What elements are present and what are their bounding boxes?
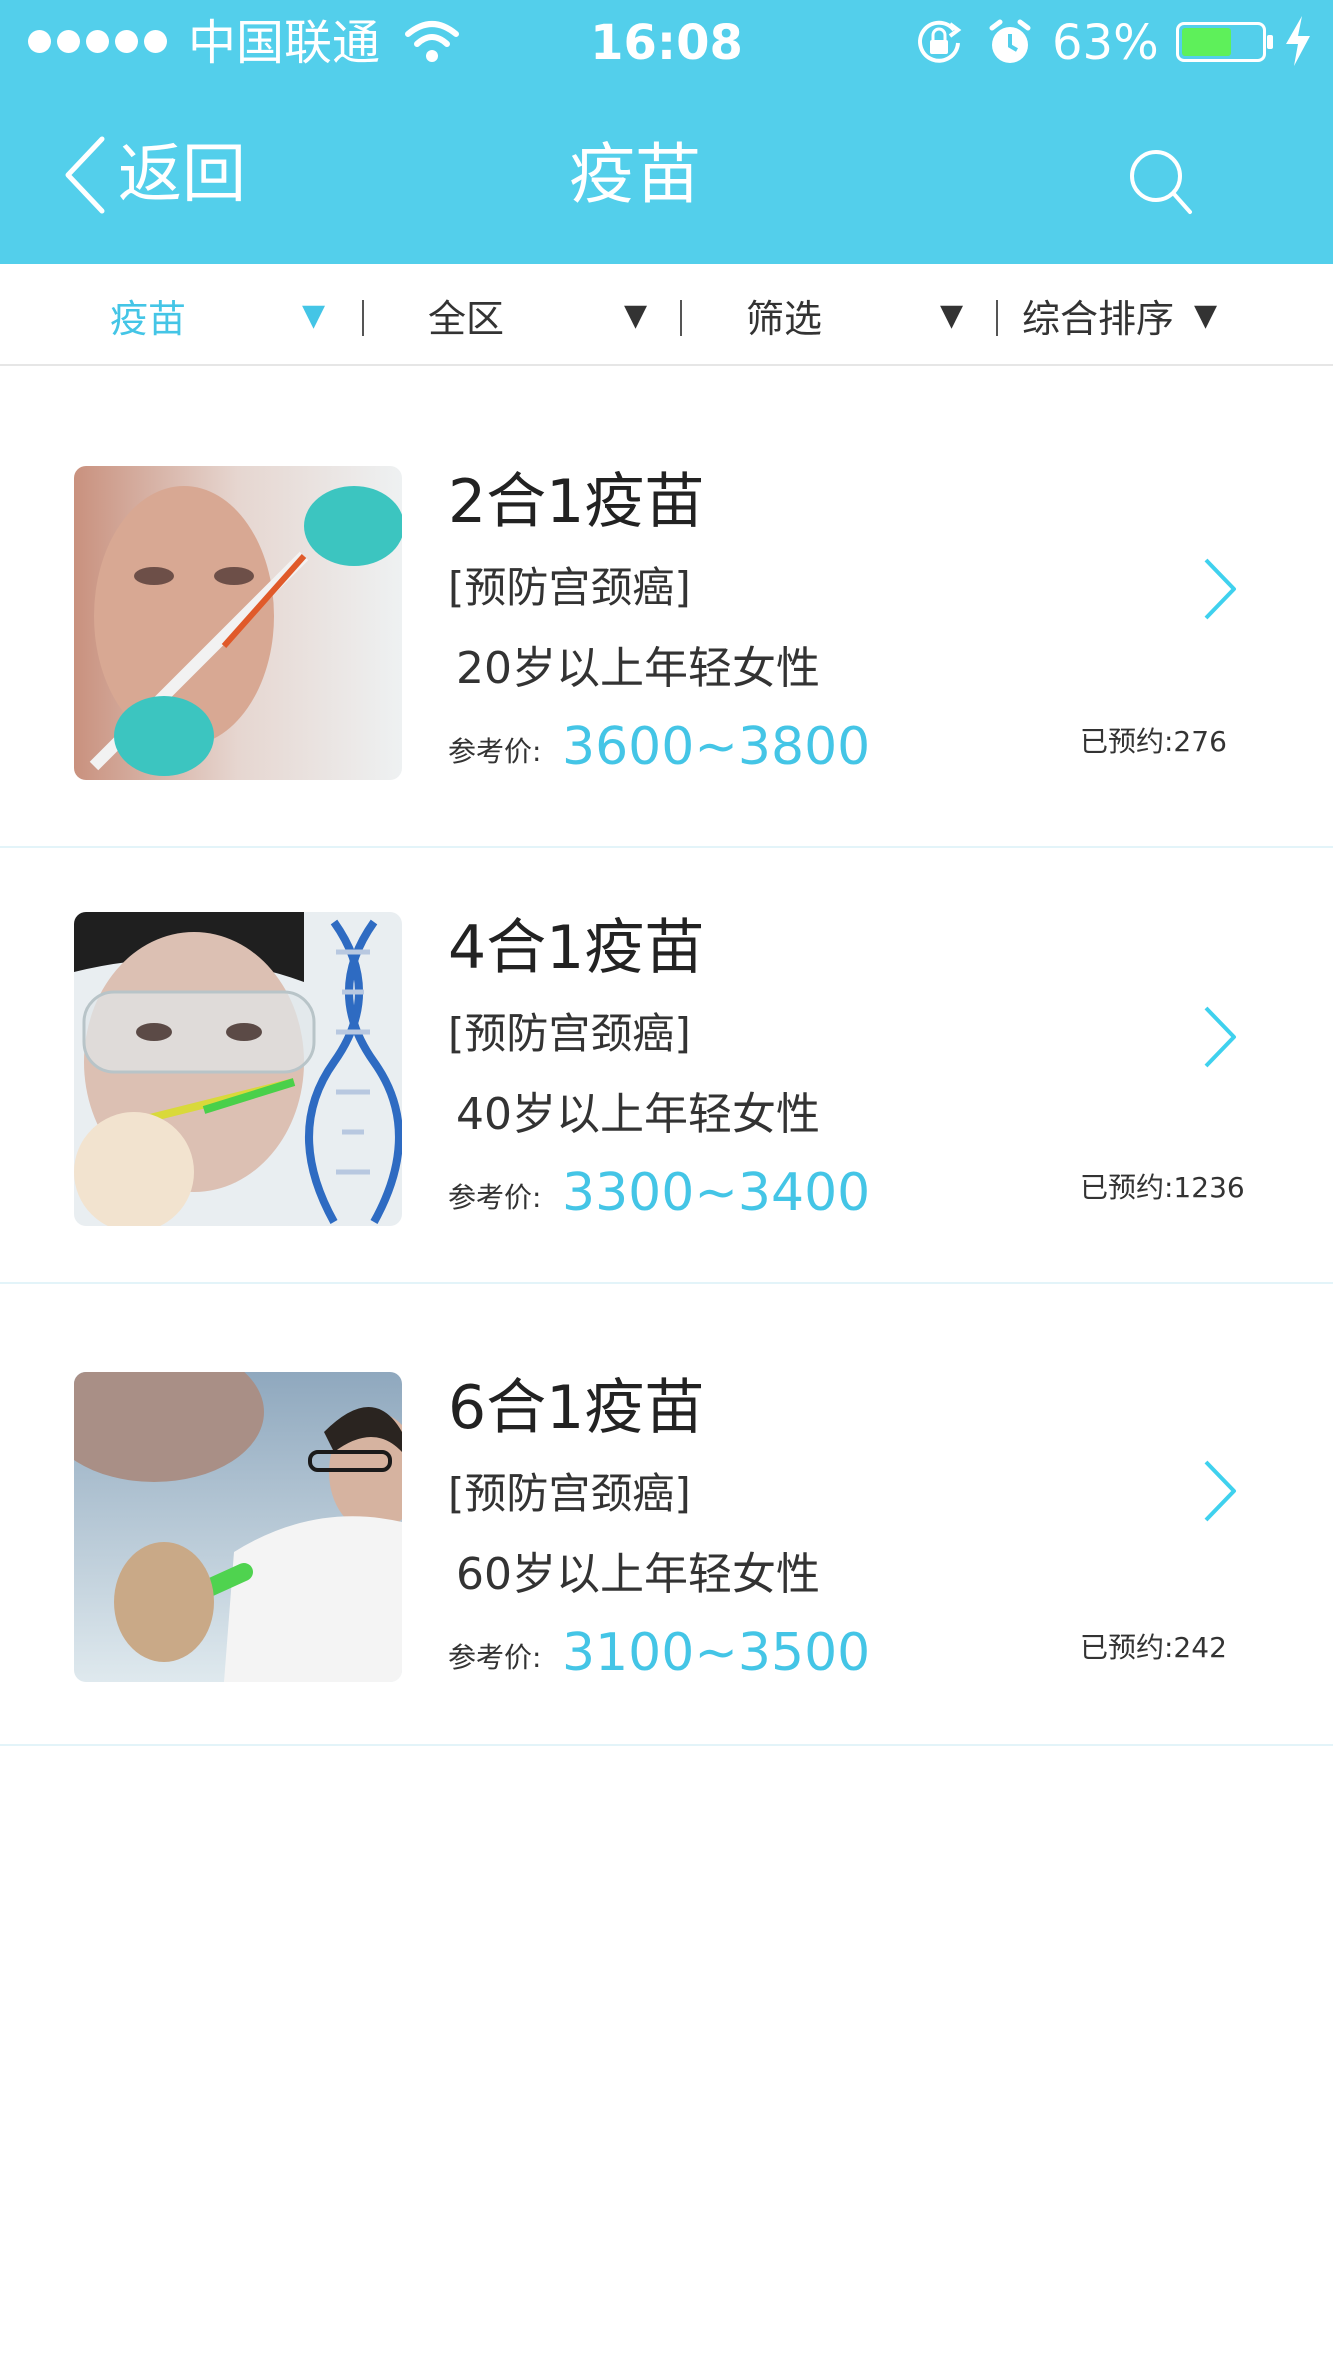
price-label: 参考价: — [448, 1181, 542, 1214]
vaccine-tag: [预防宫颈癌] — [448, 1009, 691, 1058]
filter-label: 全区 — [428, 296, 505, 341]
filter-category[interactable]: 疫苗 ▼ — [110, 264, 340, 366]
battery-icon — [1176, 22, 1273, 62]
chevron-right-icon — [1204, 558, 1236, 620]
chevron-right-icon — [1204, 1460, 1236, 1522]
price-label: 参考价: — [448, 735, 542, 768]
filter-divider — [680, 300, 682, 336]
booked-count: 已预约:1236 — [1080, 1171, 1245, 1204]
page-title: 疫苗 — [569, 136, 701, 213]
vaccine-audience: 60岁以上年轻女性 — [456, 1549, 820, 1600]
filter-divider — [362, 300, 364, 336]
chevron-right-icon — [1204, 1006, 1236, 1068]
vaccine-audience: 40岁以上年轻女性 — [456, 1089, 820, 1140]
vaccine-audience: 20岁以上年轻女性 — [456, 643, 820, 694]
booked-count: 已预约:276 — [1080, 725, 1227, 758]
filter-divider — [996, 300, 998, 336]
vaccine-thumbnail — [74, 1372, 402, 1682]
filter-bar: 疫苗 ▼ 全区 ▼ 筛选 ▼ 综合排序 ▼ — [0, 264, 1333, 366]
vaccine-list-item[interactable]: 6合1疫苗 [预防宫颈癌] 60岁以上年轻女性 参考价: 3100~3500 已… — [0, 1284, 1333, 1746]
alarm-icon — [989, 19, 1031, 63]
vaccine-list-item[interactable]: 2合1疫苗 [预防宫颈癌] 20岁以上年轻女性 参考价: 3600~3800 已… — [0, 366, 1333, 848]
header: 中国联通 16:08 63% 返回 疫苗 — [0, 0, 1333, 264]
filter-label: 筛选 — [746, 296, 823, 341]
rotation-lock-icon — [918, 20, 962, 63]
charging-icon — [1286, 16, 1310, 66]
vaccine-title: 4合1疫苗 — [448, 913, 705, 983]
booked-count: 已预约:242 — [1080, 1631, 1227, 1664]
filter-label: 综合排序 — [1022, 296, 1175, 341]
filter-district[interactable]: 全区 ▼ — [428, 264, 658, 366]
vaccine-list-item[interactable]: 4合1疫苗 [预防宫颈癌] 40岁以上年轻女性 参考价: 3300~3400 已… — [0, 848, 1333, 1284]
vaccine-title: 6合1疫苗 — [448, 1373, 705, 1443]
filter-sort[interactable]: 综合排序 ▼ — [1022, 264, 1282, 366]
filter-label: 疫苗 — [110, 296, 187, 341]
vaccine-thumbnail — [74, 912, 402, 1226]
vaccine-thumbnail — [74, 466, 402, 780]
price-value: 3100~3500 — [562, 1623, 871, 1683]
search-icon[interactable] — [1128, 148, 1194, 218]
price-label: 参考价: — [448, 1641, 542, 1674]
battery-percent: 63% — [1052, 15, 1159, 71]
status-bar: 中国联通 16:08 63% — [0, 0, 1333, 88]
dropdown-triangle-icon: ▼ — [624, 297, 648, 333]
vaccine-tag: [预防宫颈癌] — [448, 563, 691, 612]
vaccine-tag: [预防宫颈癌] — [448, 1469, 691, 1518]
dropdown-triangle-icon: ▼ — [302, 297, 326, 333]
dropdown-triangle-icon: ▼ — [1194, 297, 1218, 333]
price-value: 3600~3800 — [562, 717, 871, 777]
price-value: 3300~3400 — [562, 1163, 871, 1223]
filter-screen[interactable]: 筛选 ▼ — [746, 264, 976, 366]
dropdown-triangle-icon: ▼ — [940, 297, 964, 333]
vaccine-title: 2合1疫苗 — [448, 467, 705, 537]
